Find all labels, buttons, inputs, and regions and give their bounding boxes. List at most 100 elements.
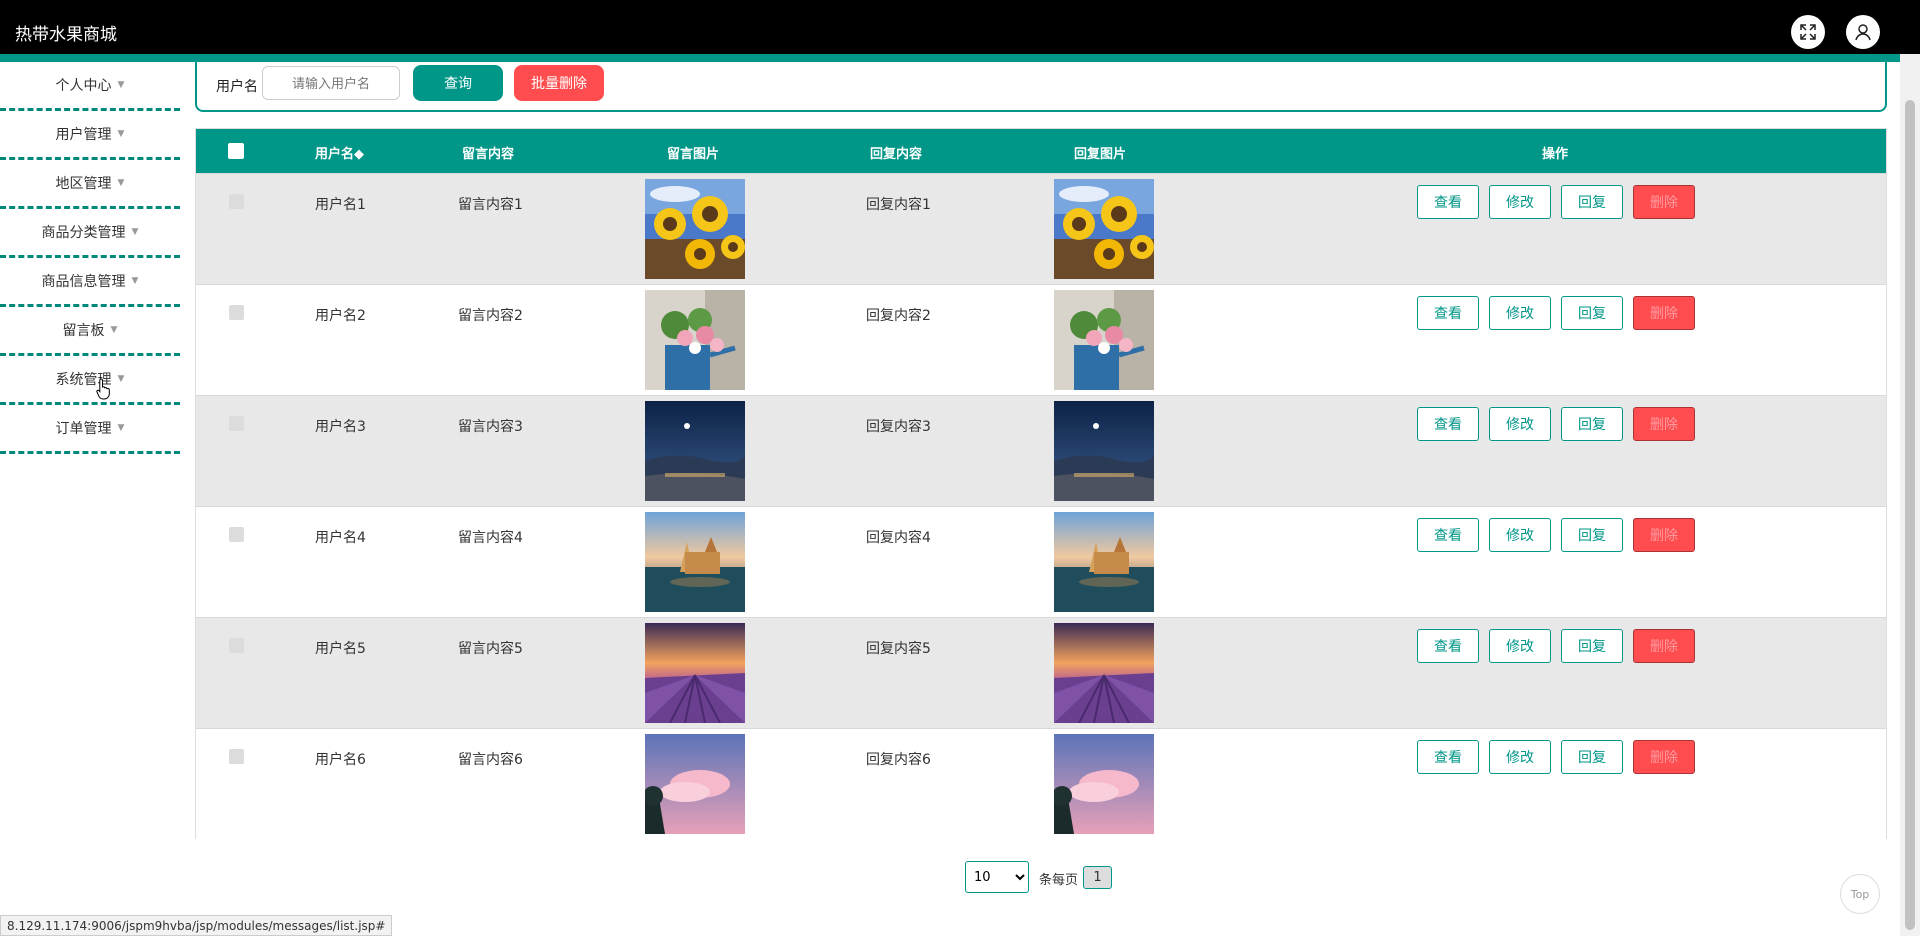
sidebar-item-label: 订单管理 xyxy=(55,421,112,437)
reply-button[interactable]: 回复 xyxy=(1561,185,1623,219)
caret-down-icon: ▼ xyxy=(117,80,125,90)
username-search-input[interactable] xyxy=(262,66,400,100)
header-actions: 操作 xyxy=(1542,147,1569,162)
row-checkbox[interactable] xyxy=(229,305,244,320)
delete-button[interactable]: 删除 xyxy=(1633,185,1695,219)
cell-message-content: 留言内容2 xyxy=(458,308,523,324)
reply-button[interactable]: 回复 xyxy=(1561,407,1623,441)
row-checkbox[interactable] xyxy=(229,194,244,209)
cell-message-content: 留言内容1 xyxy=(458,197,523,213)
top-header: 热带水果商城 xyxy=(0,0,1920,54)
sidebar-item-personal-center[interactable]: 个人中心 ▼ xyxy=(0,62,180,111)
table-row: 用户名5 留言内容5 回复内容5 查看 修改 回复 删除 xyxy=(196,617,1886,728)
reply-button[interactable]: 回复 xyxy=(1561,296,1623,330)
reply-image-night-coast xyxy=(1054,401,1154,501)
cell-message-content: 留言内容5 xyxy=(458,641,523,657)
table-row: 用户名1 留言内容1 回复内容1 查看 修改 回复 删除 xyxy=(196,173,1886,284)
header-username[interactable]: 用户名◆ xyxy=(315,143,364,162)
edit-button[interactable]: 修改 xyxy=(1489,740,1551,774)
select-all-checkbox[interactable] xyxy=(228,143,244,159)
message-image-flowers xyxy=(645,290,745,390)
header-reply-content: 回复内容 xyxy=(870,147,923,162)
cell-username: 用户名6 xyxy=(315,752,366,768)
edit-button[interactable]: 修改 xyxy=(1489,518,1551,552)
row-checkbox[interactable] xyxy=(229,638,244,653)
sidebar-menu: 个人中心 ▼ 用户管理 ▼ 地区管理 ▼ 商品分类管理 ▼ 商品信息管理 ▼ 留言板 ▼ 系… xyxy=(0,62,180,454)
reply-button[interactable]: 回复 xyxy=(1561,629,1623,663)
cell-reply-content: 回复内容1 xyxy=(866,197,931,213)
edit-button[interactable]: 修改 xyxy=(1489,407,1551,441)
caret-down-icon: ▼ xyxy=(117,129,125,139)
edit-button[interactable]: 修改 xyxy=(1489,629,1551,663)
browser-status-bar: 8.129.11.174:9006/jspm9hvba/jsp/modules/… xyxy=(0,915,393,936)
query-button[interactable]: 查询 xyxy=(413,65,503,101)
sidebar-item-label: 商品信息管理 xyxy=(41,274,126,290)
table-row: 用户名6 留言内容6 回复内容6 查看 修改 回复 删除 xyxy=(196,728,1886,839)
sidebar-item-system-management[interactable]: 系统管理 ▼ xyxy=(0,356,180,405)
sidebar-item-label: 留言板 xyxy=(62,323,105,339)
cell-message-content: 留言内容4 xyxy=(458,530,523,546)
reply-button[interactable]: 回复 xyxy=(1561,740,1623,774)
sidebar-item-message-board[interactable]: 留言板 ▼ xyxy=(0,307,180,356)
view-button[interactable]: 查看 xyxy=(1417,629,1479,663)
username-filter-label: 用户名 xyxy=(216,79,258,95)
page-scrollbar[interactable] xyxy=(1900,54,1920,936)
delete-button[interactable]: 删除 xyxy=(1633,518,1695,552)
cell-reply-content: 回复内容3 xyxy=(866,419,931,435)
reply-image-sunflowers xyxy=(1054,179,1154,279)
message-image-pink-clouds xyxy=(645,734,745,834)
view-button[interactable]: 查看 xyxy=(1417,518,1479,552)
messages-table: 用户名◆ 留言内容 留言图片 回复内容 回复图片 操作 用户名1 留言内容1 回… xyxy=(195,128,1887,839)
message-image-lake-castle xyxy=(645,512,745,612)
message-image-lavender-field xyxy=(645,623,745,723)
page-size-select[interactable]: 10 xyxy=(965,861,1029,893)
cell-username: 用户名3 xyxy=(315,419,366,435)
caret-down-icon: ▼ xyxy=(131,276,139,286)
cell-username: 用户名4 xyxy=(315,530,366,546)
row-checkbox[interactable] xyxy=(229,416,244,431)
delete-button[interactable]: 删除 xyxy=(1633,629,1695,663)
cell-username: 用户名5 xyxy=(315,641,366,657)
sidebar-item-region-management[interactable]: 地区管理 ▼ xyxy=(0,160,180,209)
sidebar-item-label: 商品分类管理 xyxy=(41,225,126,241)
fullscreen-icon[interactable] xyxy=(1791,15,1825,49)
sidebar-item-category-management[interactable]: 商品分类管理 ▼ xyxy=(0,209,180,258)
cell-reply-content: 回复内容2 xyxy=(866,308,931,324)
batch-delete-button[interactable]: 批量删除 xyxy=(514,65,604,101)
row-checkbox[interactable] xyxy=(229,527,244,542)
sidebar-item-label: 地区管理 xyxy=(55,176,112,192)
sidebar-item-order-management[interactable]: 订单管理 ▼ xyxy=(0,405,180,454)
cell-reply-content: 回复内容5 xyxy=(866,641,931,657)
sidebar-item-user-management[interactable]: 用户管理 ▼ xyxy=(0,111,180,160)
reply-image-flowers xyxy=(1054,290,1154,390)
view-button[interactable]: 查看 xyxy=(1417,407,1479,441)
view-button[interactable]: 查看 xyxy=(1417,740,1479,774)
scrollbar-thumb[interactable] xyxy=(1905,100,1915,930)
view-button[interactable]: 查看 xyxy=(1417,296,1479,330)
edit-button[interactable]: 修改 xyxy=(1489,185,1551,219)
cell-username: 用户名1 xyxy=(315,197,366,213)
delete-button[interactable]: 删除 xyxy=(1633,407,1695,441)
row-checkbox[interactable] xyxy=(229,749,244,764)
header-message-content: 留言内容 xyxy=(462,147,515,162)
header-reply-image: 回复图片 xyxy=(1074,147,1127,162)
sidebar-item-product-management[interactable]: 商品信息管理 ▼ xyxy=(0,258,180,307)
hand-cursor-icon xyxy=(96,378,110,400)
table-row: 用户名2 留言内容2 回复内容2 查看 修改 回复 删除 xyxy=(196,284,1886,395)
reply-image-pink-clouds xyxy=(1054,734,1154,834)
view-button[interactable]: 查看 xyxy=(1417,185,1479,219)
back-to-top-button[interactable]: Top xyxy=(1840,874,1880,914)
cell-message-content: 留言内容3 xyxy=(458,419,523,435)
cell-message-content: 留言内容6 xyxy=(458,752,523,768)
caret-down-icon: ▼ xyxy=(131,227,139,237)
edit-button[interactable]: 修改 xyxy=(1489,296,1551,330)
caret-down-icon: ▼ xyxy=(117,178,125,188)
user-avatar-icon[interactable] xyxy=(1846,15,1880,49)
delete-button[interactable]: 删除 xyxy=(1633,296,1695,330)
page-number-button[interactable]: 1 xyxy=(1083,866,1112,889)
cell-reply-content: 回复内容6 xyxy=(866,752,931,768)
table-row: 用户名4 留言内容4 回复内容4 查看 修改 回复 删除 xyxy=(196,506,1886,617)
reply-button[interactable]: 回复 xyxy=(1561,518,1623,552)
delete-button[interactable]: 删除 xyxy=(1633,740,1695,774)
app-title: 热带水果商城 xyxy=(15,25,117,45)
